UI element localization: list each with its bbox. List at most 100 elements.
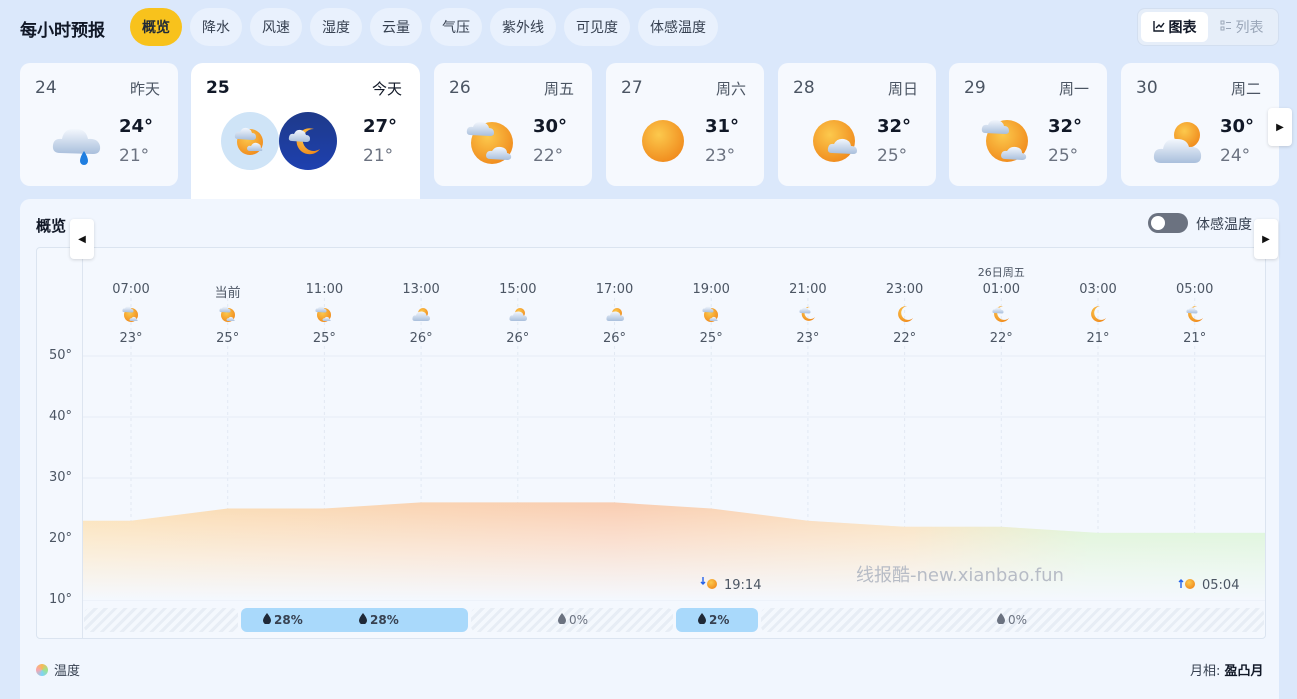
day-label: 今天 — [371, 80, 402, 98]
page-title: 每小时预报 — [20, 21, 105, 41]
tab-humidity[interactable]: 湿度 — [310, 8, 362, 46]
tab-bar: 概览 降水 风速 湿度 云量 气压 紫外线 可见度 体感温度 — [130, 8, 718, 46]
hour-time: 23:00 — [885, 282, 924, 297]
precip-label: 0% — [558, 613, 588, 627]
tab-pressure[interactable]: 气压 — [430, 8, 482, 46]
day-card[interactable]: 27 周六 31° 23° — [606, 63, 764, 186]
partly-cloudy-day-icon — [220, 111, 280, 171]
view-toggle: 图表 列表 — [1137, 8, 1279, 46]
precip-label: 0% — [997, 613, 1027, 627]
moon-phase: 月相: 盈凸月 — [1190, 660, 1264, 679]
day-label: 周二 — [1230, 80, 1261, 98]
scroll-left-button[interactable]: ◀ — [70, 219, 94, 259]
tab-feels-like[interactable]: 体感温度 — [638, 8, 718, 46]
cloudy-sun-icon — [508, 304, 528, 324]
hour-time: 11:00 — [305, 282, 344, 297]
high-temp: 30° — [1220, 116, 1255, 137]
partly-cloudy-night-icon — [798, 304, 818, 324]
moon-cloud-icon — [991, 304, 1011, 324]
high-temp: 30° — [533, 116, 568, 137]
hour-temp: 21° — [1086, 331, 1110, 346]
tab-precipitation[interactable]: 降水 — [190, 8, 242, 46]
day-number: 24 — [35, 78, 57, 98]
hour-date: 26日周五 — [977, 266, 1025, 279]
hour-time: 07:00 — [112, 282, 150, 297]
precip-label: 2% — [698, 613, 729, 627]
day-card[interactable]: 26 周五 30° 22° — [434, 63, 592, 186]
hour-temp: 21° — [1183, 331, 1207, 346]
moon-phase-label: 月相: — [1190, 664, 1221, 679]
day-label: 周日 — [887, 80, 918, 98]
day-card-today[interactable]: 25 今天 27° 21° — [191, 63, 420, 199]
hour-time: 03:00 — [1079, 282, 1117, 297]
sunrise-icon — [1178, 576, 1198, 594]
hour-time: 19:00 — [692, 282, 730, 297]
low-temp: 25° — [1048, 146, 1079, 166]
hour-temp: 23° — [119, 331, 143, 346]
sunny-icon — [634, 113, 694, 173]
day-label: 周五 — [543, 80, 574, 98]
tab-uv[interactable]: 紫外线 — [490, 8, 556, 46]
chart-view-button[interactable]: 图表 — [1141, 12, 1208, 42]
hour-temp: 22° — [893, 331, 917, 346]
partly-cloudy-day-icon — [314, 304, 334, 324]
precip-bar-none — [84, 608, 238, 632]
tab-cloud[interactable]: 云量 — [370, 8, 422, 46]
cloudy-sun-icon — [411, 304, 431, 324]
hour-temp: 25° — [312, 331, 336, 346]
day-card[interactable]: 29 周一 32° 25° — [949, 63, 1107, 186]
tab-visibility[interactable]: 可见度 — [564, 8, 630, 46]
hour-temp: 25° — [216, 331, 240, 346]
precip-bar-none: 0% — [471, 608, 673, 632]
day-number: 29 — [964, 78, 986, 98]
tab-wind[interactable]: 风速 — [250, 8, 302, 46]
partly-cloudy-day-icon — [121, 304, 141, 324]
day-card[interactable]: 30 周二 30° 24° — [1121, 63, 1279, 186]
y-axis-tick-label: 20° — [49, 531, 73, 546]
precip-percent: 2% — [709, 613, 730, 627]
hour-temp: 22° — [989, 331, 1013, 346]
feels-like-toggle-label: 体感温度 — [1196, 217, 1252, 233]
precip-percent: 28% — [274, 613, 303, 627]
day-number: 27 — [621, 78, 643, 98]
day-label: 周六 — [715, 80, 746, 98]
chevron-right-icon: ▶ — [1276, 121, 1284, 133]
sunrise-marker: 05:04 — [1178, 576, 1239, 594]
hour-temp: 25° — [699, 331, 723, 346]
sunset-marker: 19:14 — [700, 576, 761, 594]
hour-time: 13:00 — [402, 282, 440, 297]
sunset-icon — [700, 576, 720, 594]
legend-label: 温度 — [54, 664, 81, 679]
y-axis-tick-label: 40° — [49, 409, 73, 424]
low-temp: 21° — [363, 146, 394, 166]
moon-icon — [1088, 304, 1108, 324]
low-temp: 21° — [119, 146, 150, 166]
list-view-button[interactable]: 列表 — [1208, 12, 1275, 42]
hour-temp: 26° — [506, 331, 530, 346]
y-axis-tick-label: 10° — [49, 592, 73, 607]
watermark-text: 线报酷-new.xianbao.fun — [856, 565, 1064, 586]
day-card[interactable]: 24 昨天 24° 21° — [20, 63, 178, 186]
temperature-area-fade — [83, 502, 1265, 600]
drop-icon — [263, 613, 271, 627]
partly-cloudy-night-icon — [278, 111, 338, 171]
precip-label: 28% — [359, 613, 399, 627]
hour-time: 17:00 — [595, 282, 634, 297]
feels-like-toggle[interactable] — [1148, 213, 1188, 233]
hour-temp: 23° — [796, 331, 820, 346]
day-label: 周一 — [1058, 80, 1089, 98]
high-temp: 31° — [705, 116, 740, 137]
low-temp: 24° — [1220, 146, 1251, 166]
scroll-right-button[interactable]: ▶ — [1254, 219, 1278, 259]
precip-bar: 28% 28% — [241, 608, 468, 632]
precip-percent: 0% — [569, 613, 589, 627]
sunset-time: 19:14 — [724, 577, 762, 593]
sunrise-time: 05:04 — [1202, 577, 1240, 593]
day-card[interactable]: 28 周日 32° 25° — [778, 63, 936, 186]
tab-overview[interactable]: 概览 — [130, 8, 182, 46]
hour-time: 05:00 — [1175, 282, 1214, 297]
cloudy-sun-icon — [605, 304, 625, 324]
next-days-button[interactable]: ▶ — [1268, 108, 1292, 146]
hour-temp: 26° — [602, 331, 627, 346]
y-axis-tick-label: 30° — [49, 470, 73, 485]
